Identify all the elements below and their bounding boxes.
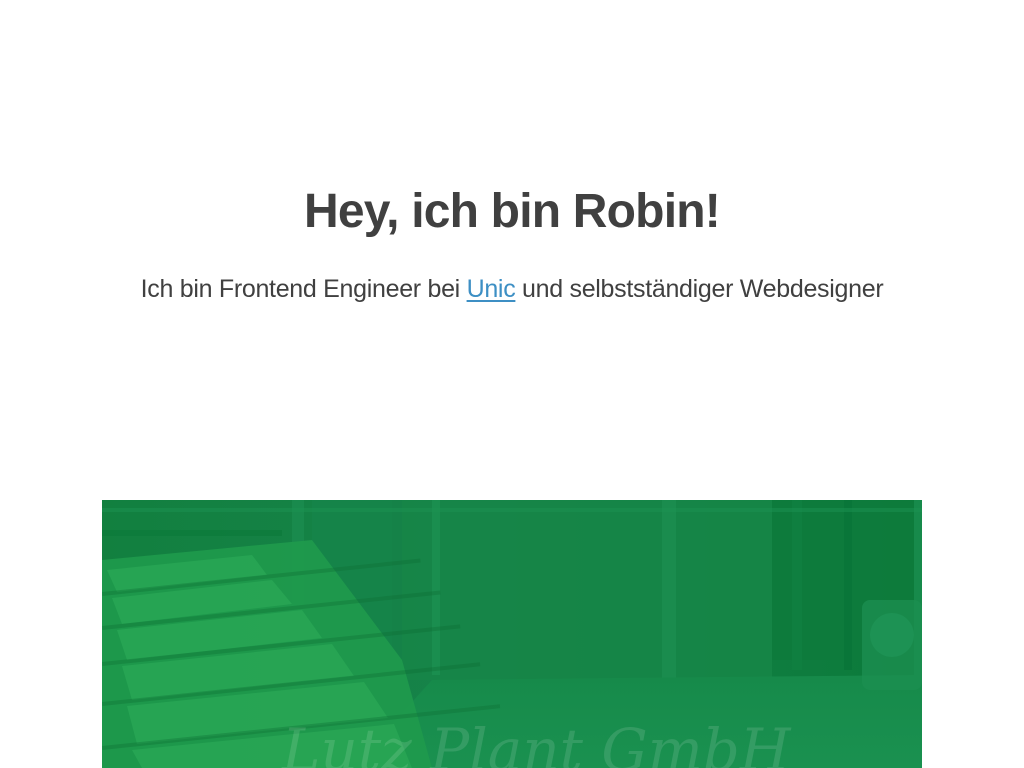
tagline-text-before: Ich bin Frontend Engineer bei [140, 275, 467, 303]
teaser-signature: Lutz Plant GmbH [281, 716, 792, 768]
unic-link[interactable]: Unic [467, 275, 516, 303]
project-photo-overlay: Lutz Plant GmbH [102, 500, 922, 768]
hero-tagline: Ich bin Frontend Engineer bei Unic und s… [0, 271, 1024, 307]
tagline-text-after: und selbstständiger Webdesigner [515, 275, 884, 303]
project-teaser-image[interactable]: Lutz Plant GmbH [102, 500, 922, 768]
page-title: Hey, ich bin Robin! [304, 185, 721, 238]
